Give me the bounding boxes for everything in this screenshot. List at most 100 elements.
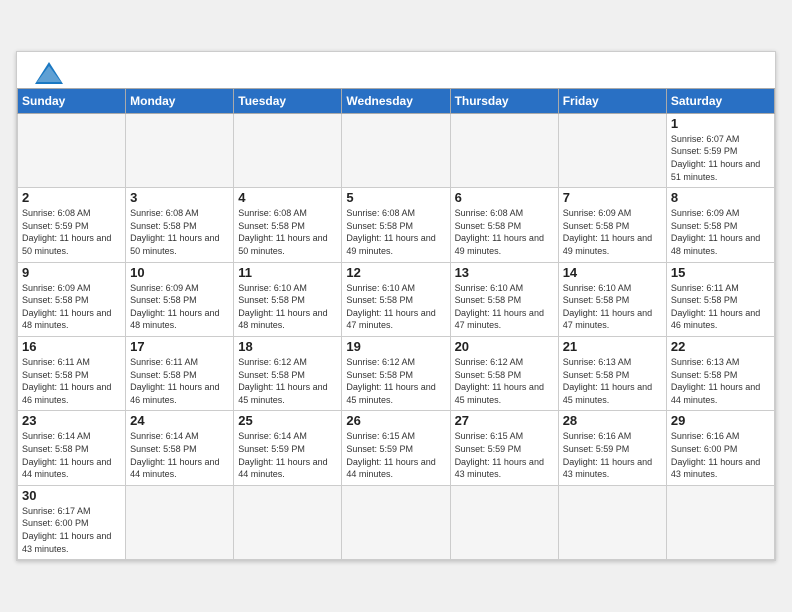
calendar-day: 3 Sunrise: 6:08 AMSunset: 5:58 PMDaylight… — [126, 188, 234, 262]
calendar-day — [234, 113, 342, 187]
calendar-container: SundayMondayTuesdayWednesdayThursdayFrid… — [16, 51, 776, 561]
day-info: Sunrise: 6:12 AMSunset: 5:58 PMDaylight:… — [455, 356, 554, 406]
calendar-day: 28 Sunrise: 6:16 AMSunset: 5:59 PMDayligh… — [558, 411, 666, 485]
calendar-day: 26Sunrise: 6:15 AMSunset: 5:59 PMDayligh… — [342, 411, 450, 485]
day-info: Sunrise: 6:09 AMSunset: 5:58 PMDaylight:… — [22, 282, 121, 332]
day-number: 1 — [671, 116, 770, 131]
calendar-day: 23 Sunrise: 6:14 AMSunset: 5:58 PMDayligh… — [18, 411, 126, 485]
day-info: Sunrise: 6:12 AMSunset: 5:58 PMDaylight:… — [346, 356, 445, 406]
day-info: Sunrise: 6:08 AMSunset: 5:58 PMDaylight:… — [346, 207, 445, 257]
day-number: 4 — [238, 190, 337, 205]
day-number: 17 — [130, 339, 229, 354]
weekday-header-monday: Monday — [126, 88, 234, 113]
day-number: 16 — [22, 339, 121, 354]
calendar-day: 13 Sunrise: 6:10 AMSunset: 5:58 PMDayligh… — [450, 262, 558, 336]
day-info: Sunrise: 6:09 AMSunset: 5:58 PMDaylight:… — [130, 282, 229, 332]
calendar-day — [342, 485, 450, 559]
weekday-header-friday: Friday — [558, 88, 666, 113]
day-number: 11 — [238, 265, 337, 280]
calendar-day: 7Sunrise: 6:09 AMSunset: 5:58 PMDaylight… — [558, 188, 666, 262]
calendar-week-6: 30Sunrise: 6:17 AMSunset: 6:00 PMDayligh… — [18, 485, 775, 559]
day-info: Sunrise: 6:07 AMSunset: 5:59 PMDaylight:… — [671, 133, 770, 183]
day-info: Sunrise: 6:11 AMSunset: 5:58 PMDaylight:… — [671, 282, 770, 332]
calendar-week-5: 23 Sunrise: 6:14 AMSunset: 5:58 PMDayligh… — [18, 411, 775, 485]
day-number: 18 — [238, 339, 337, 354]
calendar-day: 25Sunrise: 6:14 AMSunset: 5:59 PMDayligh… — [234, 411, 342, 485]
calendar-day — [126, 485, 234, 559]
day-number: 23 — [22, 413, 121, 428]
calendar-day: 8 Sunrise: 6:09 AMSunset: 5:58 PMDaylight… — [666, 188, 774, 262]
calendar-day: 27Sunrise: 6:15 AMSunset: 5:59 PMDayligh… — [450, 411, 558, 485]
calendar-day: 14Sunrise: 6:10 AMSunset: 5:58 PMDayligh… — [558, 262, 666, 336]
calendar-body: 1 Sunrise: 6:07 AMSunset: 5:59 PMDaylight… — [18, 113, 775, 559]
day-number: 26 — [346, 413, 445, 428]
day-info: Sunrise: 6:08 AMSunset: 5:58 PMDaylight:… — [130, 207, 229, 257]
calendar-day: 15 Sunrise: 6:11 AMSunset: 5:58 PMDayligh… — [666, 262, 774, 336]
calendar-day: 16Sunrise: 6:11 AMSunset: 5:58 PMDayligh… — [18, 337, 126, 411]
day-number: 8 — [671, 190, 770, 205]
calendar-week-3: 9 Sunrise: 6:09 AMSunset: 5:58 PMDaylight… — [18, 262, 775, 336]
day-info: Sunrise: 6:09 AMSunset: 5:58 PMDaylight:… — [671, 207, 770, 257]
day-info: Sunrise: 6:16 AMSunset: 6:00 PMDaylight:… — [671, 430, 770, 480]
day-info: Sunrise: 6:13 AMSunset: 5:58 PMDaylight:… — [563, 356, 662, 406]
day-number: 22 — [671, 339, 770, 354]
day-number: 13 — [455, 265, 554, 280]
day-info: Sunrise: 6:10 AMSunset: 5:58 PMDaylight:… — [455, 282, 554, 332]
calendar-day: 21 Sunrise: 6:13 AMSunset: 5:58 PMDayligh… — [558, 337, 666, 411]
day-number: 5 — [346, 190, 445, 205]
day-info: Sunrise: 6:15 AMSunset: 5:59 PMDaylight:… — [455, 430, 554, 480]
calendar-week-1: 1 Sunrise: 6:07 AMSunset: 5:59 PMDaylight… — [18, 113, 775, 187]
day-info: Sunrise: 6:14 AMSunset: 5:58 PMDaylight:… — [130, 430, 229, 480]
calendar-day — [666, 485, 774, 559]
day-number: 28 — [563, 413, 662, 428]
calendar-day: 5 Sunrise: 6:08 AMSunset: 5:58 PMDaylight… — [342, 188, 450, 262]
calendar-day — [126, 113, 234, 187]
day-number: 20 — [455, 339, 554, 354]
day-number: 9 — [22, 265, 121, 280]
day-number: 15 — [671, 265, 770, 280]
calendar-day: 24 Sunrise: 6:14 AMSunset: 5:58 PMDayligh… — [126, 411, 234, 485]
calendar-day — [18, 113, 126, 187]
calendar-day: 19 Sunrise: 6:12 AMSunset: 5:58 PMDayligh… — [342, 337, 450, 411]
day-number: 14 — [563, 265, 662, 280]
calendar-day: 10 Sunrise: 6:09 AMSunset: 5:58 PMDayligh… — [126, 262, 234, 336]
day-number: 2 — [22, 190, 121, 205]
day-info: Sunrise: 6:16 AMSunset: 5:59 PMDaylight:… — [563, 430, 662, 480]
calendar-day: 4Sunrise: 6:08 AMSunset: 5:58 PMDaylight… — [234, 188, 342, 262]
day-info: Sunrise: 6:09 AMSunset: 5:58 PMDaylight:… — [563, 207, 662, 257]
calendar-week-4: 16 Sunrise: 6:11 AMSunset: 5:58 PMDayligh… — [18, 337, 775, 411]
calendar-day: 9 Sunrise: 6:09 AMSunset: 5:58 PMDaylight… — [18, 262, 126, 336]
day-number: 19 — [346, 339, 445, 354]
calendar-day — [558, 113, 666, 187]
day-number: 3 — [130, 190, 229, 205]
calendar-day: 12Sunrise: 6:10 AMSunset: 5:58 PMDayligh… — [342, 262, 450, 336]
day-number: 10 — [130, 265, 229, 280]
calendar-day: 29 Sunrise: 6:16 AMSunset: 6:00 PMDayligh… — [666, 411, 774, 485]
day-info: Sunrise: 6:14 AMSunset: 5:59 PMDaylight:… — [238, 430, 337, 480]
calendar-day: 11Sunrise: 6:10 AMSunset: 5:58 PMDayligh… — [234, 262, 342, 336]
calendar-day — [450, 485, 558, 559]
weekday-header-thursday: Thursday — [450, 88, 558, 113]
day-info: Sunrise: 6:12 AMSunset: 5:58 PMDaylight:… — [238, 356, 337, 406]
calendar-day: 1 Sunrise: 6:07 AMSunset: 5:59 PMDaylight… — [666, 113, 774, 187]
calendar-day: 2 Sunrise: 6:08 AMSunset: 5:59 PMDaylight… — [18, 188, 126, 262]
weekday-header-saturday: Saturday — [666, 88, 774, 113]
day-info: Sunrise: 6:11 AMSunset: 5:58 PMDaylight:… — [130, 356, 229, 406]
calendar-day — [450, 113, 558, 187]
calendar-day: 18 Sunrise: 6:12 AMSunset: 5:58 PMDayligh… — [234, 337, 342, 411]
day-info: Sunrise: 6:14 AMSunset: 5:58 PMDaylight:… — [22, 430, 121, 480]
day-number: 6 — [455, 190, 554, 205]
day-number: 24 — [130, 413, 229, 428]
calendar-week-2: 2 Sunrise: 6:08 AMSunset: 5:59 PMDaylight… — [18, 188, 775, 262]
day-info: Sunrise: 6:08 AMSunset: 5:58 PMDaylight:… — [455, 207, 554, 257]
weekday-header-wednesday: Wednesday — [342, 88, 450, 113]
logo-area — [33, 62, 63, 84]
day-number: 29 — [671, 413, 770, 428]
weekday-header-tuesday: Tuesday — [234, 88, 342, 113]
calendar-day: 22Sunrise: 6:13 AMSunset: 5:58 PMDayligh… — [666, 337, 774, 411]
weekday-header-row: SundayMondayTuesdayWednesdayThursdayFrid… — [18, 88, 775, 113]
day-info: Sunrise: 6:08 AMSunset: 5:59 PMDaylight:… — [22, 207, 121, 257]
calendar-day — [558, 485, 666, 559]
day-number: 21 — [563, 339, 662, 354]
calendar-day: 6 Sunrise: 6:08 AMSunset: 5:58 PMDaylight… — [450, 188, 558, 262]
